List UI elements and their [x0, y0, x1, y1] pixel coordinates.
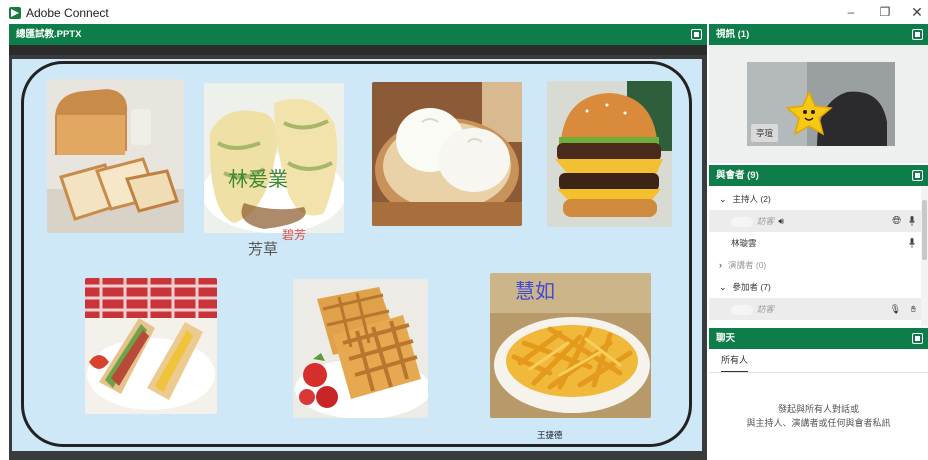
- attendees-list: ⌄ 主持人 (2) 訪客 🔊︎ 🌐︎ 林璇雲 › 演講者 (0) ⌄ 參加者 (7) …: [709, 186, 928, 326]
- chevron-down-icon: ⌄: [719, 194, 727, 204]
- adobe-connect-logo-icon: [9, 7, 21, 19]
- share-pod-content: 林爰業 芳草 碧芳 慧如 王捷德: [9, 45, 707, 460]
- avatar: [731, 216, 753, 227]
- attendee-row[interactable]: 訪客 🔊︎ 🌐︎: [709, 210, 921, 232]
- webcam-feed[interactable]: 亭瑄: [747, 62, 895, 146]
- speaker-active-icon: 🔊︎: [778, 216, 785, 226]
- attendees-pod-title: 與會者 (9): [716, 170, 759, 181]
- chat-pod-title: 聊天: [716, 333, 736, 344]
- food-image-burger: [547, 81, 672, 227]
- globe-icon: 🌐︎: [892, 215, 901, 227]
- chat-pod-header: 聊天: [709, 328, 928, 349]
- annotation-name-red: 碧芳: [282, 228, 307, 242]
- sandwich-picture: [85, 278, 217, 414]
- food-image-steamed-buns: [372, 82, 522, 226]
- chat-empty-hint: 發起與所有人對話或 與主持人、演講者或任何與會者私訊: [709, 402, 928, 430]
- attendees-pod-header: 與會者 (9): [709, 165, 928, 186]
- annotation-name-green: 林爰業: [228, 169, 288, 191]
- chat-hint-line2: 與主持人、演講者或任何與會者私訊: [746, 418, 891, 428]
- attendee-group-presenters[interactable]: › 演講者 (0): [709, 254, 921, 276]
- share-toolbar-strip: [9, 45, 707, 55]
- video-pod-title: 視訊 (1): [716, 29, 750, 40]
- minimize-button[interactable]: –: [838, 3, 864, 21]
- attendee-row[interactable]: 林璇雲: [709, 232, 921, 254]
- attendee-name: 林璇雲: [731, 238, 757, 248]
- food-image-waffle: [293, 279, 428, 418]
- microphone-icon: [909, 238, 915, 248]
- chevron-right-icon: ›: [719, 260, 722, 270]
- chat-pod-content: 所有人 發起與所有人對話或 與主持人、演講者或任何與會者私訊: [709, 349, 928, 460]
- attendee-name: 訪客: [757, 304, 775, 314]
- attendee-group-hosts[interactable]: ⌄ 主持人 (2): [709, 188, 921, 210]
- group-label: 參加者 (7): [732, 282, 771, 292]
- share-pod-header: 總匯試教.PPTX: [9, 24, 707, 45]
- microphone-permission-icon: 🎙︎: [889, 304, 901, 314]
- microphone-icon: [909, 216, 915, 226]
- tab-everyone[interactable]: 所有人: [721, 353, 749, 373]
- window-titlebar: Adobe Connect – ❐ ✕: [0, 0, 928, 24]
- egg-pancake-picture: [204, 83, 344, 233]
- food-image-toast: [47, 79, 184, 233]
- group-label: 主持人 (2): [732, 194, 771, 204]
- window-title: Adobe Connect: [26, 6, 109, 20]
- chevron-down-icon: ⌄: [719, 282, 727, 292]
- attendee-row[interactable]: 訪客 🎙︎ ✋︎: [709, 298, 921, 320]
- raise-hand-icon: ✋︎: [910, 304, 916, 314]
- close-button[interactable]: ✕: [904, 3, 928, 21]
- chat-tab-divider: [709, 372, 928, 373]
- avatar: [731, 304, 753, 315]
- burger-picture: [547, 81, 672, 227]
- toast-picture: [47, 79, 184, 233]
- restore-button[interactable]: ❐: [872, 3, 898, 21]
- video-pod-content: 亭瑄: [709, 45, 928, 163]
- fullscreen-icon[interactable]: [912, 170, 923, 181]
- food-image-egg-pancake-roll: [204, 83, 344, 233]
- share-pod-title: 總匯試教.PPTX: [16, 29, 82, 40]
- attendee-name: 訪客: [757, 216, 775, 226]
- steamed-buns-picture: [372, 82, 522, 226]
- chat-hint-line1: 發起與所有人對話或: [777, 404, 859, 414]
- annotation-name-blue: 慧如: [515, 281, 555, 303]
- group-label: 演講者 (0): [728, 260, 767, 270]
- fullscreen-icon[interactable]: [691, 29, 702, 40]
- video-pod-header: 視訊 (1): [709, 24, 928, 45]
- fullscreen-icon[interactable]: [912, 29, 923, 40]
- scrollbar-thumb[interactable]: [922, 200, 927, 260]
- attendees-scrollbar[interactable]: [921, 186, 928, 326]
- attendee-group-participants[interactable]: ⌄ 參加者 (7): [709, 276, 921, 298]
- fullscreen-icon[interactable]: [912, 333, 923, 344]
- adobe-connect-window: Adobe Connect – ❐ ✕ 總匯試教.PPTX 林爰業 芳草 碧芳 …: [0, 0, 928, 460]
- waffle-picture: [293, 279, 428, 418]
- presentation-slide: 林爰業 芳草 碧芳 慧如 王捷德: [12, 59, 702, 451]
- webcam-name-tag: 亭瑄: [751, 124, 779, 142]
- food-image-sandwich: [85, 278, 217, 414]
- annotation-name-grey: 芳草: [248, 241, 279, 258]
- annotation-name-caption: 王捷德: [537, 430, 563, 440]
